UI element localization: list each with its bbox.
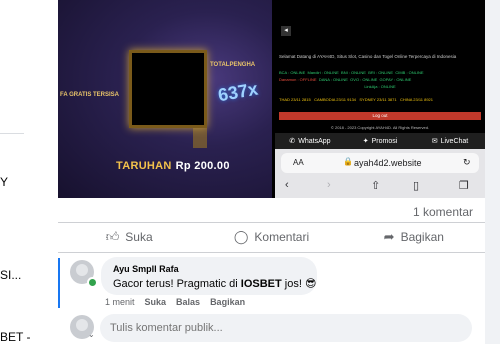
bank-status: Mandiri : ONLINE [307, 70, 339, 75]
bank-status: Danamon : OFFLINE [279, 77, 317, 82]
game-screenshot: FA GRATIS TERSISA TOTALPENGHA 637x TARUH… [58, 0, 272, 198]
comment-count[interactable]: 1 komentar [413, 205, 473, 219]
bank-status: OVO : ONLINE [350, 77, 378, 82]
mobile-browser-bar: AA 🔒 ayah4d2.website ↻ ‹ › ⇧ ▯ ❐ [275, 149, 485, 198]
comment-reply-link[interactable]: Balas [176, 297, 200, 307]
game-reel-frame [129, 50, 207, 128]
bank-status-row: LinkAja : ONLINE [279, 84, 481, 90]
divider [58, 222, 485, 223]
site-welcome-text: Selamat Datang di AYAH4D, Situs Slot, Ca… [279, 54, 457, 59]
bank-status: CIMB : ONLINE [395, 70, 424, 75]
url-bar: AA 🔒 ayah4d2.website ↻ [281, 153, 479, 173]
togel-result: THAD 23/11 2815 [279, 97, 311, 102]
bank-status: BNI : ONLINE [341, 70, 366, 75]
comment-text-bold: IOSBET [240, 278, 282, 290]
online-status-dot [87, 277, 98, 288]
comment-text-part: Gacor terus! Pragmatic di [113, 278, 241, 290]
comment-label: Komentari [254, 230, 310, 244]
speech-bubble-icon: ◯ [233, 229, 249, 244]
website-screenshot: ◂ Selamat Datang di AYAH4D, Situs Slot, … [275, 0, 485, 198]
togel-results-row: THAD 23/11 2815 CAMBODIA 23/11 9134 SYDN… [279, 97, 481, 102]
nav-label: LiveChat [440, 137, 469, 145]
comment-button[interactable]: ◯ Komentari [200, 227, 342, 247]
text-size-control: AA [293, 158, 304, 167]
bank-status-row: Danamon : OFFLINE DANA : ONLINE OVO : ON… [279, 77, 481, 83]
chevron-down-icon[interactable]: ⌄ [88, 330, 95, 339]
comment-like-link[interactable]: Suka [145, 297, 167, 307]
nav-livechat: ✉ LiveChat [415, 133, 485, 149]
nav-label: Promosi [371, 137, 398, 145]
avatar-image [76, 264, 88, 276]
comment-input[interactable] [100, 314, 472, 342]
sidebar-divider [0, 133, 24, 134]
divider [58, 252, 485, 253]
bank-status: DANA : ONLINE [318, 77, 348, 82]
comment-text: Gacor terus! Pragmatic di IOSBET jos! 😎 [113, 277, 316, 290]
bank-status: BCA : ONLINE [279, 70, 306, 75]
sidebar-text-fragment[interactable]: BET - [0, 330, 30, 344]
togel-result: SYDNEY 23/11 3871 [359, 97, 397, 102]
bet-label: TARUHAN [116, 160, 172, 172]
thumbs-up-icon: 👍︎ [105, 229, 120, 244]
site-bottom-nav: ✆ WhatsApp ✦ Promosi ✉ LiveChat [275, 133, 485, 149]
nav-label: WhatsApp [298, 137, 331, 145]
menu-square-icon: ◂ [281, 26, 291, 36]
sidebar-text-fragment[interactable]: SI... [0, 268, 21, 282]
game-label-left: FA GRATIS TERSISA [60, 92, 120, 98]
lock-icon: 🔒 [343, 157, 353, 166]
avatar-image [76, 319, 88, 331]
chat-icon: ✉ [431, 138, 438, 145]
nav-whatsapp: ✆ WhatsApp [275, 133, 345, 149]
bank-status-row: BCA : ONLINE Mandiri : ONLINE BNI : ONLI… [279, 70, 481, 76]
whatsapp-icon: ✆ [289, 138, 296, 145]
post-card: FA GRATIS TERSISA TOTALPENGHA 637x TARUH… [58, 0, 485, 344]
comment-highlight-bar [58, 258, 60, 308]
comment-time[interactable]: 1 menit [105, 297, 135, 307]
bank-status: LinkAja : ONLINE [364, 84, 396, 89]
comment-meta: 1 menit Suka Balas Bagikan [105, 297, 245, 307]
tabs-icon: ❐ [459, 180, 469, 192]
left-sidebar-panel: Y SI... BET - [0, 0, 58, 344]
bank-status: BRI : ONLINE [368, 70, 394, 75]
share-label: Bagikan [400, 230, 444, 244]
nav-promosi: ✦ Promosi [345, 133, 415, 149]
bank-status: GOPAY : ONLINE [379, 77, 412, 82]
site-copyright: © 2018 - 2023 Copyright AYAH4D. All Righ… [330, 125, 430, 130]
game-label-right: TOTALPENGHA [210, 62, 256, 68]
comment-share-link[interactable]: Bagikan [210, 297, 245, 307]
bookmarks-icon: ▯ [413, 180, 420, 192]
reload-icon: ↻ [463, 157, 471, 167]
comment-text-part: jos! 😎 [281, 278, 317, 290]
bet-amount: Rp 200.00 [175, 160, 230, 172]
sidebar-text-fragment[interactable]: Y [0, 175, 8, 189]
share-icon: ⇧ [371, 180, 381, 192]
like-label: Suka [125, 230, 153, 244]
togel-result: CAMBODIA 23/11 9134 [314, 97, 357, 102]
post-action-bar: 👍︎ Suka ◯ Komentari ➦ Bagikan [58, 227, 485, 247]
share-button[interactable]: ➦ Bagikan [343, 227, 485, 247]
togel-result: CHINA 23/11 8921 [399, 97, 433, 102]
post-media[interactable]: FA GRATIS TERSISA TOTALPENGHA 637x TARUH… [58, 0, 485, 198]
comment-bubble: Ayu Smpll Rafa Gacor terus! Pragmatic di… [101, 257, 317, 295]
logout-button: Log out [279, 112, 481, 120]
bet-display: TARUHAN Rp 200.00 [116, 160, 230, 172]
forward-icon: › [327, 179, 331, 191]
back-icon: ‹ [285, 179, 289, 191]
like-button[interactable]: 👍︎ Suka [58, 227, 200, 247]
url-text: ayah4d2.website [354, 158, 422, 168]
gift-icon: ✦ [362, 138, 369, 145]
comment-author[interactable]: Ayu Smpll Rafa [113, 264, 179, 274]
share-arrow-icon: ➦ [383, 229, 395, 244]
